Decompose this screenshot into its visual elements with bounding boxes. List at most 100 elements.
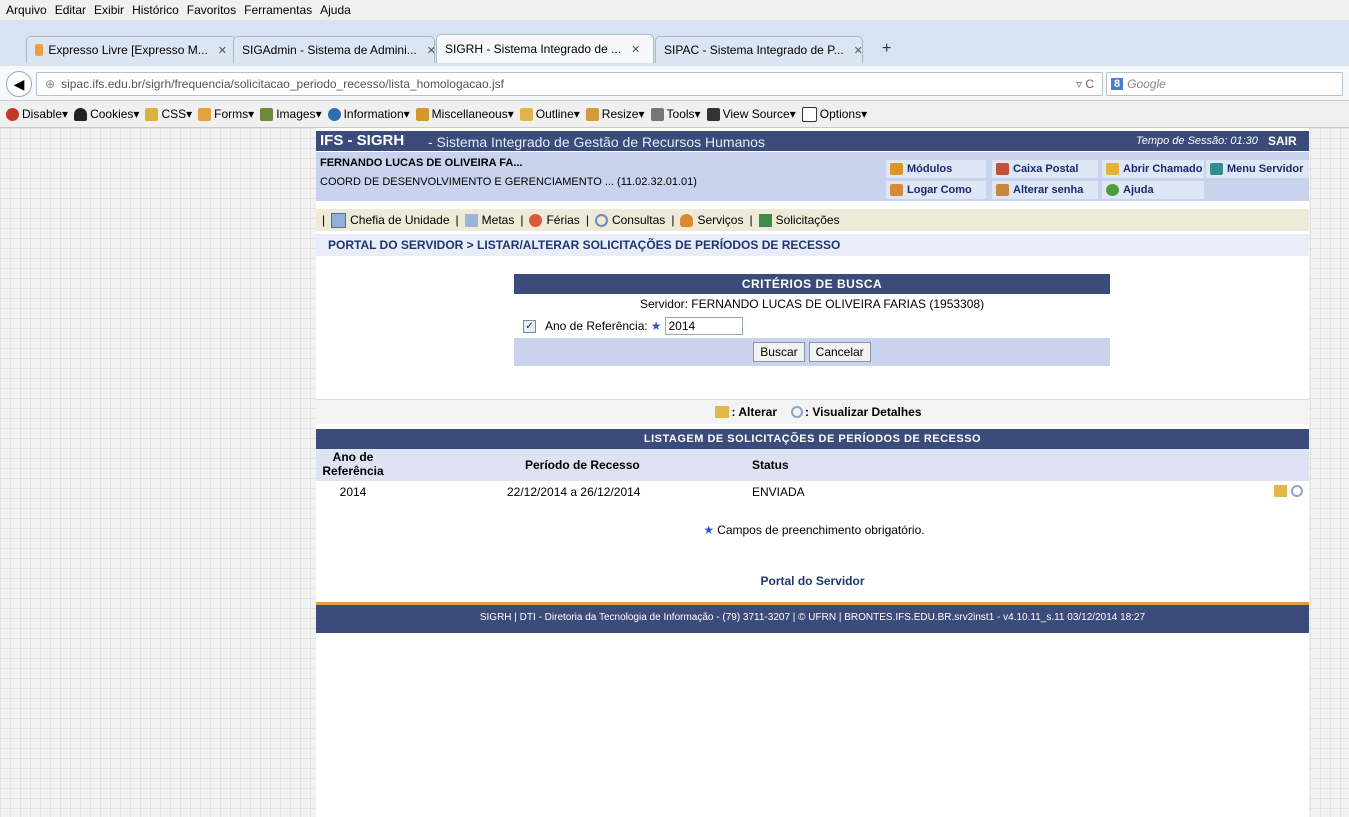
modulos-button[interactable]: Módulos [886, 160, 986, 178]
reload-icon[interactable]: ▿ C [1076, 77, 1094, 91]
google-icon: 8 [1111, 78, 1124, 90]
legend-alterar: : Alterar [731, 405, 778, 419]
buscar-button[interactable]: Buscar [753, 342, 805, 362]
session-timer: Tempo de Sessão: 01:30 [1136, 135, 1258, 147]
forms-icon [198, 107, 212, 121]
chefia-icon [331, 212, 347, 228]
user-name: FERNANDO LUCAS DE OLIVEIRA FA... [320, 157, 523, 169]
header-periodo: Período de Recesso [525, 458, 640, 472]
menu-solicitacoes[interactable]: Solicitações [753, 213, 840, 227]
menu-ferramentas[interactable]: Ferramentas [244, 3, 312, 17]
listing-header: Ano de Referência Período de Recesso Sta… [316, 449, 1309, 481]
header-ano: Ano de Referência [322, 450, 384, 478]
tab-sigadmin[interactable]: SIGAdmin - Sistema de Admini...✕ [233, 36, 435, 63]
dev-images[interactable]: Images ▾ [260, 107, 322, 121]
back-button[interactable]: ◀ [6, 71, 32, 97]
menu-chefia[interactable]: Chefia de Unidade [325, 212, 450, 228]
system-name: IFS - SIGRH [320, 132, 405, 149]
expresso-icon [35, 44, 44, 56]
dev-forms[interactable]: Forms ▾ [198, 107, 254, 121]
search-criteria-caption: CRITÉRIOS DE BUSCA [514, 274, 1110, 294]
cell-periodo: 22/12/2014 a 26/12/2014 [507, 485, 641, 499]
system-description: - Sistema Integrado de Gestão de Recurso… [428, 134, 765, 150]
ajuda-button[interactable]: Ajuda [1102, 181, 1204, 199]
solicitacoes-icon [758, 213, 772, 227]
close-icon[interactable]: ✕ [218, 44, 227, 57]
browser-menubar: Arquivo Editar Exibir Histórico Favorito… [0, 0, 1349, 20]
cancelar-button[interactable]: Cancelar [808, 342, 871, 362]
dev-options[interactable]: Options ▾ [801, 106, 867, 122]
user-unit: COORD DE DESENVOLVIMENTO E GERENCIAMENTO… [320, 176, 697, 188]
user-info-bar: FERNANDO LUCAS DE OLIVEIRA FA... COORD D… [316, 152, 1309, 201]
breadcrumb: PORTAL DO SERVIDOR > LISTAR/ALTERAR SOLI… [316, 234, 1309, 256]
page-title: PORTAL DO SERVIDOR > LISTAR/ALTERAR SOLI… [328, 238, 841, 252]
cell-status: ENVIADA [752, 485, 805, 499]
ano-referencia-checkbox[interactable]: ✓ [523, 319, 536, 333]
menu-servidor-button[interactable]: Menu Servidor [1206, 160, 1309, 178]
tab-expresso[interactable]: Expresso Livre [Expresso M... ✕ [26, 36, 236, 63]
ferias-icon [529, 213, 543, 227]
tab-strip: Expresso Livre [Expresso M... ✕ SIGAdmin … [0, 20, 1349, 66]
close-icon[interactable]: ✕ [854, 44, 862, 57]
menu-ferias[interactable]: Férias [523, 213, 580, 227]
menu-historico[interactable]: Histórico [132, 3, 179, 17]
logout-link[interactable]: SAIR [1268, 134, 1297, 148]
tab-sigrh[interactable]: SIGRH - Sistema Integrado de ... ✕ [436, 34, 654, 63]
sigrh-page: IFS - SIGRH - Sistema Integrado de Gestã… [316, 128, 1309, 817]
portal-servidor-link[interactable]: Portal do Servidor [316, 574, 1309, 588]
url-bar[interactable]: ⊕ sipac.ifs.edu.br/sigrh/frequencia/soli… [36, 72, 1103, 96]
alterar-senha-button[interactable]: Alterar senha [992, 181, 1098, 199]
dev-tools[interactable]: Tools ▾ [650, 107, 701, 121]
menu-favoritos[interactable]: Favoritos [187, 3, 236, 17]
new-tab-button[interactable]: + [882, 40, 891, 58]
edit-icon[interactable] [1274, 485, 1287, 497]
search-criteria-form: CRITÉRIOS DE BUSCA Servidor: FERNANDO LU… [514, 274, 1110, 370]
caixa-postal-button[interactable]: Caixa Postal [992, 160, 1098, 178]
dev-resize[interactable]: Resize ▾ [585, 107, 645, 121]
table-row: 2014 22/12/2014 a 26/12/2014 ENVIADA [316, 481, 1309, 503]
dev-disable[interactable]: Disable ▾ [6, 107, 68, 121]
menu-consultas[interactable]: Consultas [589, 213, 665, 227]
close-icon[interactable]: ✕ [427, 44, 434, 57]
ano-referencia-input[interactable] [664, 317, 743, 335]
search-actions: Buscar Cancelar [514, 338, 1110, 366]
site-identity-icon: ⊕ [45, 77, 56, 91]
dev-view-source[interactable]: View Source ▾ [706, 107, 796, 121]
servicos-icon [680, 213, 694, 227]
search-bar[interactable]: 8 Google [1106, 72, 1343, 96]
required-fields-note: ★ Campos de preenchimento obrigatório. [703, 523, 925, 537]
options-icon [801, 106, 817, 122]
required-star-icon: ★ [650, 319, 662, 333]
resize-icon [585, 107, 599, 121]
help-icon [1106, 184, 1119, 196]
metas-icon [464, 213, 478, 227]
menu-servicos[interactable]: Serviços [674, 213, 743, 227]
web-developer-toolbar: Disable ▾ Cookies ▾ CSS ▾ Forms ▾ Images ▾ In… [0, 101, 1349, 128]
dev-css[interactable]: CSS ▾ [145, 107, 192, 121]
logar-como-button[interactable]: Logar Como [886, 181, 986, 199]
required-star-icon: ★ [703, 523, 715, 537]
navigation-bar: ◀ ⊕ sipac.ifs.edu.br/sigrh/frequencia/so… [0, 66, 1349, 101]
dev-information[interactable]: Information ▾ [327, 107, 410, 121]
cookies-icon [74, 107, 88, 121]
ano-referencia-row: ✓ Ano de Referência: ★ [514, 314, 1110, 338]
tab-sipac[interactable]: SIPAC - Sistema Integrado de P... ✕ [655, 36, 863, 63]
ticket-icon [1106, 163, 1119, 175]
close-icon[interactable]: ✕ [631, 43, 640, 56]
menu-ajuda[interactable]: Ajuda [320, 3, 351, 17]
menu-metas[interactable]: Metas [459, 213, 514, 227]
menu-arquivo[interactable]: Arquivo [6, 3, 47, 17]
abrir-chamado-button[interactable]: Abrir Chamado [1102, 160, 1204, 178]
magnifier-icon[interactable] [1291, 485, 1303, 497]
dev-cookies[interactable]: Cookies ▾ [74, 107, 139, 121]
menu-servidor-icon [1210, 163, 1223, 175]
actions-legend: : Alterar : Visualizar Detalhes [316, 399, 1309, 424]
listing-caption: LISTAGEM DE SOLICITAÇÕES DE PERÍODOS DE … [316, 429, 1309, 449]
dev-miscellaneous[interactable]: Miscellaneous ▾ [415, 107, 514, 121]
css-icon [145, 107, 159, 121]
edit-icon [715, 406, 730, 418]
menu-editar[interactable]: Editar [55, 3, 86, 17]
menu-exibir[interactable]: Exibir [94, 3, 124, 17]
page-footer: SIGRH | DTI - Diretoria da Tecnologia de… [316, 602, 1309, 633]
dev-outline[interactable]: Outline ▾ [519, 107, 580, 121]
